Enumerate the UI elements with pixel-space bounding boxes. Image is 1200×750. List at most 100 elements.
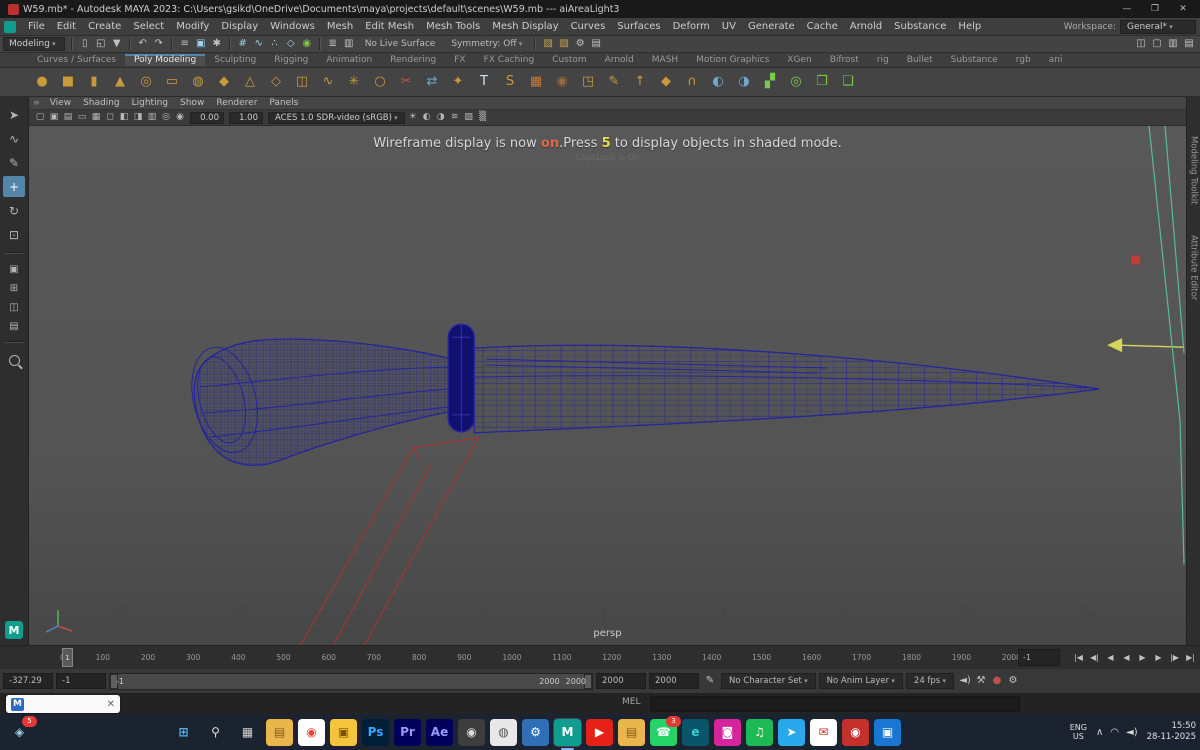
camera-attributes-icon[interactable]: ▣ <box>47 111 61 124</box>
menu-item[interactable]: Mesh Display <box>486 21 564 32</box>
shelf-tab-substance[interactable]: Substance <box>942 54 1007 66</box>
menu-item[interactable]: UV <box>716 21 742 32</box>
playback-end-field[interactable]: -1 <box>1018 649 1060 666</box>
poly-prism-icon[interactable]: ◇ <box>264 70 288 94</box>
menu-item[interactable]: Mesh <box>321 21 359 32</box>
poly-cylinder-icon[interactable]: ▮ <box>82 70 106 94</box>
lock-camera-icon[interactable]: ▢ <box>33 111 47 124</box>
texture-checker-icon[interactable]: ▦ <box>524 70 548 94</box>
folder-icon[interactable]: ▤ <box>618 718 645 746</box>
step-back-key-button[interactable]: ◀| <box>1087 649 1102 666</box>
menu-set-selector[interactable]: Modeling <box>3 36 65 51</box>
gate-mask-icon[interactable]: ◨ <box>131 111 145 124</box>
object-mode-icon[interactable]: ❒ <box>810 70 834 94</box>
select-object-icon[interactable]: ▣ <box>193 36 209 51</box>
poly-cube-icon[interactable]: ■ <box>56 70 80 94</box>
tray-pinned-app-icon[interactable]: ◈ 5 <box>6 715 37 746</box>
go-to-end-button[interactable]: ▶| <box>1183 649 1198 666</box>
menu-item[interactable]: Help <box>952 21 987 32</box>
shelf-tab-rig[interactable]: rig <box>868 54 898 66</box>
task-view-icon[interactable]: ▦ <box>234 719 261 746</box>
shelf-tab-fx[interactable]: FX <box>445 54 474 66</box>
menu-item[interactable]: Arnold <box>844 21 888 32</box>
mirror-icon[interactable]: ◑ <box>732 70 756 94</box>
film-gate-icon[interactable]: ◻ <box>103 111 117 124</box>
shelf-tab-ani[interactable]: ani <box>1040 54 1072 66</box>
file-explorer-icon[interactable]: ▤ <box>266 718 293 746</box>
photoshop-icon[interactable]: Ps <box>362 718 389 746</box>
menu-item[interactable]: Cache <box>801 21 844 32</box>
photos-app-icon[interactable]: ▣ <box>874 718 901 746</box>
toggle-tool-settings-icon[interactable]: ▢ <box>1149 36 1165 51</box>
menu-item[interactable]: Windows <box>264 21 321 32</box>
poly-torus-icon[interactable]: ◎ <box>134 70 158 94</box>
ipr-render-icon[interactable]: ▨ <box>556 36 572 51</box>
maya-icon[interactable]: M <box>554 718 581 750</box>
panel-menu-item[interactable]: Shading <box>77 98 126 108</box>
youtube-icon[interactable]: ▶ <box>586 718 613 746</box>
component-mode-icon[interactable]: ❑ <box>836 70 860 94</box>
select-tool[interactable]: ➤ <box>3 104 25 125</box>
menu-item[interactable]: Curves <box>565 21 612 32</box>
poly-sphere-icon[interactable]: ● <box>30 70 54 94</box>
outliner-pane-layout-button[interactable]: ▤ <box>3 318 25 334</box>
menu-item[interactable]: Generate <box>742 21 801 32</box>
select-component-icon[interactable]: ✱ <box>209 36 225 51</box>
shelf-tab-arnold[interactable]: Arnold <box>596 54 643 66</box>
shelf-tab-poly-modeling[interactable]: Poly Modeling <box>124 53 206 66</box>
volume-icon[interactable]: ◄) <box>1126 727 1138 738</box>
toggle-modeling-toolkit-icon[interactable]: ◫ <box>1133 36 1149 51</box>
playback-end-field[interactable]: 2000 <box>596 673 646 689</box>
instagram-icon[interactable]: ◙ <box>714 718 741 746</box>
gmail-icon[interactable]: ✉ <box>810 718 837 746</box>
shelf-tab-sculpting[interactable]: Sculpting <box>205 54 265 66</box>
menu-item[interactable]: Edit Mesh <box>359 21 420 32</box>
maximize-button[interactable]: ❐ <box>1142 1 1168 17</box>
smooth-icon[interactable]: ◉ <box>550 70 574 94</box>
search-icon[interactable]: ⚲ <box>202 719 229 746</box>
set-key-icon[interactable]: ✎ <box>702 674 718 689</box>
new-scene-icon[interactable]: ▯ <box>77 36 93 51</box>
shelf-tab-animation[interactable]: Animation <box>317 54 381 66</box>
snap-grid-icon[interactable]: # <box>235 36 251 51</box>
move-tool[interactable]: + <box>3 176 25 197</box>
undo-icon[interactable]: ↶ <box>135 36 151 51</box>
tray-chevron-icon[interactable]: ∧ <box>1096 727 1103 738</box>
render-settings-icon[interactable]: ⚙ <box>572 36 588 51</box>
step-forward-key-button[interactable]: |▶ <box>1167 649 1182 666</box>
open-editor-icon[interactable]: ▥ <box>341 36 357 51</box>
single-pane-layout-button[interactable]: ▣ <box>3 261 25 277</box>
bridge-icon[interactable]: ∩ <box>680 70 704 94</box>
menu-item[interactable]: Modify <box>170 21 215 32</box>
panel-menu-item[interactable]: Show <box>174 98 210 108</box>
exposure-field[interactable]: 0.00 <box>190 111 224 124</box>
bevel-icon[interactable]: ◆ <box>654 70 678 94</box>
open-scene-icon[interactable]: ◱ <box>93 36 109 51</box>
target-weld-icon[interactable]: ◎ <box>784 70 808 94</box>
toggle-channel-box-icon[interactable]: ▥ <box>1165 36 1181 51</box>
shelf-tab-bifrost[interactable]: Bifrost <box>821 54 868 66</box>
premiere-icon[interactable]: Pr <box>394 718 421 746</box>
poly-pyramid-icon[interactable]: △ <box>238 70 262 94</box>
shelf-tab-rigging[interactable]: Rigging <box>265 54 317 66</box>
current-frame-marker[interactable]: 1 <box>62 648 73 667</box>
field-chart-icon[interactable]: ▥ <box>145 111 159 124</box>
symmetry-selector[interactable]: Symmetry: Off <box>451 39 522 49</box>
light-locator[interactable] <box>1131 255 1141 265</box>
sweep-mesh-icon[interactable]: S <box>498 70 522 94</box>
motion-blur-icon[interactable]: ≋ <box>448 111 462 124</box>
animation-preferences-icon[interactable]: ⚙ <box>1005 674 1021 689</box>
clock[interactable]: 15:50 28-11-2025 <box>1147 721 1196 742</box>
shelf-tab-curves-surfaces[interactable]: Curves / Surfaces <box>28 54 125 66</box>
ambient-occlusion-icon[interactable]: ◑ <box>434 111 448 124</box>
shelf-tab-bullet[interactable]: Bullet <box>898 54 942 66</box>
step-forward-frame-button[interactable]: ▶ <box>1151 649 1166 666</box>
poly-platonic-icon[interactable]: ◆ <box>212 70 236 94</box>
wifi-icon[interactable]: ◠ <box>1110 727 1119 738</box>
time-ticks[interactable]: 0100200300400500600700800900100011001200… <box>60 646 1022 669</box>
rotate-tool[interactable]: ↻ <box>3 200 25 221</box>
multi-cut-icon[interactable]: ✂ <box>394 70 418 94</box>
shelf-tab-rgb[interactable]: rgb <box>1007 54 1040 66</box>
shelf-tab-mash[interactable]: MASH <box>643 54 687 66</box>
telegram-icon[interactable]: ➤ <box>778 718 805 746</box>
